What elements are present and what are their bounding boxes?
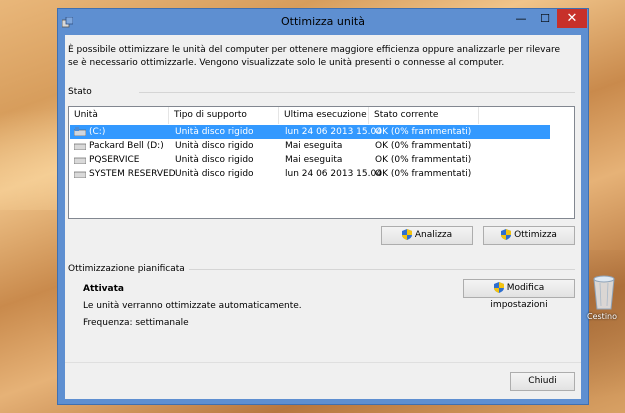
status-divider	[139, 92, 575, 93]
recycle-bin-icon[interactable]	[589, 271, 619, 311]
change-settings-button[interactable]: Modifica impostazioni	[463, 279, 575, 310]
status-section-label: Stato	[68, 87, 92, 97]
drive-last-run: lun 24 06 2013 15.04	[285, 169, 382, 179]
intro-text: È possibile ottimizzare le unità del com…	[68, 45, 561, 68]
drive-name: PQSERVICE	[89, 155, 140, 165]
minimize-button[interactable]: —	[509, 9, 533, 28]
column-header-last-run[interactable]: Ultima esecuzione	[279, 107, 369, 124]
scheduled-section-label: Ottimizzazione pianificata	[68, 264, 185, 274]
drive-media: Unità disco rigido	[175, 141, 254, 151]
maximize-button[interactable]: ☐	[533, 9, 557, 28]
drive-name: SYSTEM RESERVED	[89, 169, 176, 179]
schedule-frequency: Frequenza: settimanale	[83, 318, 189, 328]
schedule-description: Le unità verranno ottimizzate automatica…	[83, 301, 302, 311]
drives-list-header: Unità Tipo di supporto Ultima esecuzione…	[69, 107, 574, 124]
drive-last-run: lun 24 06 2013 15.04	[285, 127, 382, 137]
drive-last-run: Mai eseguita	[285, 141, 343, 151]
drive-status: OK (0% frammentati)	[375, 169, 472, 179]
column-header-status[interactable]: Stato corrente	[369, 107, 479, 124]
uac-shield-icon	[493, 282, 504, 293]
column-header-media[interactable]: Tipo di supporto	[169, 107, 279, 124]
schedule-state: Attivata	[83, 284, 124, 294]
drive-row-c[interactable]: (C:) Unità disco rigido lun 24 06 2013 1…	[70, 125, 550, 139]
drive-row-d[interactable]: Packard Bell (D:) Unità disco rigido Mai…	[70, 139, 550, 153]
analyze-button[interactable]: Analizza	[381, 226, 473, 245]
hard-drive-icon	[74, 171, 86, 178]
hard-drive-icon	[74, 143, 86, 150]
drive-last-run: Mai eseguita	[285, 155, 343, 165]
drive-name: Packard Bell (D:)	[89, 141, 164, 151]
drive-row-system-reserved[interactable]: SYSTEM RESERVED Unità disco rigido lun 2…	[70, 167, 550, 181]
scheduled-divider	[189, 269, 575, 270]
close-window-button[interactable]: ✕	[557, 9, 587, 28]
optimize-label: Ottimizza	[514, 230, 557, 240]
hard-drive-icon	[74, 157, 86, 164]
drive-status: OK (0% frammentati)	[375, 141, 472, 151]
uac-shield-icon	[401, 229, 412, 240]
optimize-button[interactable]: Ottimizza	[483, 226, 575, 245]
dialog-footer: Chiudi	[65, 362, 581, 399]
drive-media: Unità disco rigido	[175, 155, 254, 165]
drive-media: Unità disco rigido	[175, 127, 254, 137]
drive-status: OK (0% frammentati)	[375, 155, 472, 165]
title-bar[interactable]: Ottimizza unità — ☐ ✕	[58, 9, 588, 35]
recycle-bin-label[interactable]: Cestino	[587, 312, 617, 321]
drive-row-pqservice[interactable]: PQSERVICE Unità disco rigido Mai eseguit…	[70, 153, 550, 167]
window-client: È possibile ottimizzare le unità del com…	[65, 35, 581, 399]
close-button[interactable]: Chiudi	[510, 372, 575, 391]
column-header-drive[interactable]: Unità	[69, 107, 169, 124]
drive-status: OK (0% frammentati)	[375, 127, 472, 137]
system-drive-icon	[74, 127, 86, 136]
drive-name: (C:)	[89, 127, 106, 137]
optimize-drives-window: Ottimizza unità — ☐ ✕ È possibile ottimi…	[57, 8, 589, 405]
analyze-label: Analizza	[414, 230, 453, 240]
drives-list[interactable]: Unità Tipo di supporto Ultima esecuzione…	[68, 106, 575, 219]
drive-media: Unità disco rigido	[175, 169, 254, 179]
uac-shield-icon	[501, 229, 512, 240]
